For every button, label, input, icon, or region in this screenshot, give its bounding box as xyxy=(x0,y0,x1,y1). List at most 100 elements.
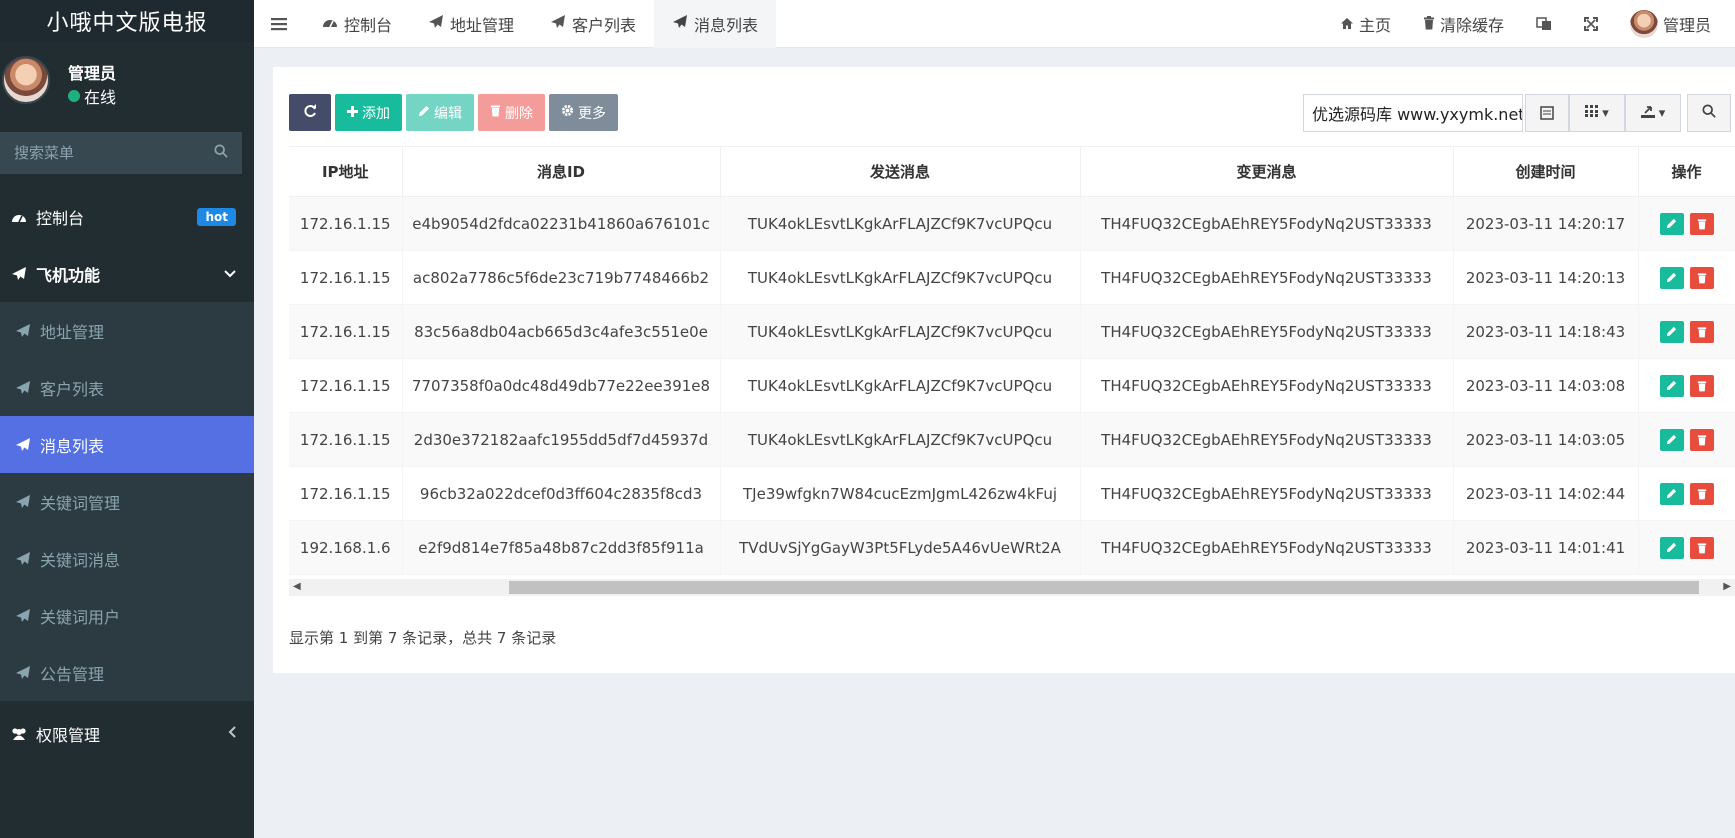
table-cell: 192.168.1.6 xyxy=(289,520,403,575)
more-button[interactable]: 更多 xyxy=(549,94,618,131)
paper-plane-icon xyxy=(12,551,34,567)
row-delete-button[interactable] xyxy=(1689,428,1714,451)
row-edit-button[interactable] xyxy=(1659,374,1684,397)
table-cell: 2023-03-11 14:20:17 xyxy=(1453,196,1639,251)
pencil-icon xyxy=(1666,326,1677,337)
tab-label: 地址管理 xyxy=(450,15,515,35)
sidebar-item-announcements[interactable]: 公告管理 xyxy=(0,644,254,701)
row-edit-button[interactable] xyxy=(1659,536,1684,559)
sidebar-item-plane-features[interactable]: 飞机功能 xyxy=(0,245,254,302)
trash-icon xyxy=(1697,218,1706,229)
table-cell: TH4FUQ32CEgbAEhREY5FodyNq2UST33333 xyxy=(1080,358,1454,413)
user-status: 在线 xyxy=(68,84,116,108)
column-header[interactable]: IP地址 xyxy=(289,146,403,197)
home-icon xyxy=(1340,15,1354,34)
row-edit-button[interactable] xyxy=(1659,482,1684,505)
sidebar-item-messages[interactable]: 消息列表 xyxy=(0,416,254,473)
toggle-view-icon[interactable] xyxy=(1525,94,1569,132)
sidebar-item-label: 客户列表 xyxy=(40,379,105,399)
dashboard-icon xyxy=(8,210,30,224)
table-cell: TH4FUQ32CEgbAEhREY5FodyNq2UST33333 xyxy=(1080,412,1454,467)
table-row[interactable]: 172.16.1.15 96cb32a022dcef0d3ff604c2835f8… xyxy=(289,466,1735,521)
top-bar: 控制台 地址管理 客户列表 消息列表 主页 清除缓存 管理员 xyxy=(254,0,1735,48)
export-icon xyxy=(1640,105,1655,122)
users-icon xyxy=(8,727,30,741)
table-toolbar: 添加 编辑 删除 更多 xyxy=(289,94,618,131)
pencil-icon xyxy=(1666,542,1677,553)
row-delete-button[interactable] xyxy=(1689,536,1714,559)
home-link[interactable]: 主页 xyxy=(1324,12,1407,36)
table-cell: 2d30e372182aafc1955dd5df7d45937d xyxy=(402,412,721,467)
sidebar-item-dashboard[interactable]: 控制台 hot xyxy=(0,188,254,245)
sidebar-item-keyword-manage[interactable]: 关键词管理 xyxy=(0,473,254,530)
delete-label: 删除 xyxy=(505,105,533,122)
scroll-left-icon[interactable]: ◀ xyxy=(293,581,301,592)
paper-plane-icon xyxy=(8,266,30,282)
export-dropdown[interactable]: ▾ xyxy=(1625,94,1681,132)
edit-button[interactable]: 编辑 xyxy=(406,94,474,131)
pencil-icon xyxy=(1666,380,1677,391)
edit-label: 编辑 xyxy=(434,105,462,122)
pencil-icon xyxy=(1666,218,1677,229)
trash-icon xyxy=(1697,326,1706,337)
column-header[interactable]: 发送消息 xyxy=(720,146,1081,197)
columns-dropdown[interactable]: ▾ xyxy=(1569,94,1625,132)
row-delete-button[interactable] xyxy=(1689,320,1714,343)
table-row[interactable]: 172.16.1.15 83c56a8db04acb665d3c4afe3c551… xyxy=(289,304,1735,359)
translate-icon[interactable] xyxy=(1520,17,1568,31)
delete-button[interactable]: 删除 xyxy=(478,94,545,131)
sidebar-item-label: 消息列表 xyxy=(40,436,105,456)
clear-cache-button[interactable]: 清除缓存 xyxy=(1407,12,1520,36)
row-delete-button[interactable] xyxy=(1689,212,1714,235)
scroll-right-icon[interactable]: ▶ xyxy=(1723,581,1731,592)
trash-icon xyxy=(1697,380,1706,391)
sidebar-item-label: 公告管理 xyxy=(40,664,105,684)
sidebar-item-keyword-users[interactable]: 关键词用户 xyxy=(0,587,254,644)
menu-toggle-icon[interactable] xyxy=(254,0,304,48)
add-button[interactable]: 添加 xyxy=(335,94,402,131)
sidebar-item-customers[interactable]: 客户列表 xyxy=(0,359,254,416)
search-button[interactable] xyxy=(1687,94,1731,132)
app-logo[interactable]: 小哦中文版电报 xyxy=(0,0,254,42)
column-header[interactable]: 变更消息 xyxy=(1080,146,1454,197)
column-header[interactable]: 创建时间 xyxy=(1453,146,1639,197)
sidebar-item-keyword-messages[interactable]: 关键词消息 xyxy=(0,530,254,587)
row-delete-button[interactable] xyxy=(1689,266,1714,289)
table-search-input[interactable]: 优选源码库 www.yxymk.net xyxy=(1303,94,1523,132)
row-edit-button[interactable] xyxy=(1659,428,1684,451)
table-row[interactable]: 172.16.1.15 ac802a7786c5f6de23c719b774846… xyxy=(289,250,1735,305)
column-header[interactable]: 消息ID xyxy=(402,146,721,197)
table-cell: 172.16.1.15 xyxy=(289,412,403,467)
sidebar-item-permissions[interactable]: 权限管理 xyxy=(0,705,254,762)
scrollbar-thumb[interactable] xyxy=(509,581,1699,594)
table-row[interactable]: 192.168.1.6 e2f9d814e7f85a48b87c2dd3f85f9… xyxy=(289,520,1735,575)
row-delete-button[interactable] xyxy=(1689,482,1714,505)
row-edit-button[interactable] xyxy=(1659,212,1684,235)
table-cell: TH4FUQ32CEgbAEhREY5FodyNq2UST33333 xyxy=(1080,466,1454,521)
table-cell: TUK4okLEsvtLKgkArFLAJZCf9K7vcUPQcu xyxy=(720,304,1081,359)
table-cell: 172.16.1.15 xyxy=(289,358,403,413)
tab-address[interactable]: 地址管理 xyxy=(410,0,532,48)
fullscreen-icon[interactable] xyxy=(1568,17,1614,31)
tab-dashboard[interactable]: 控制台 xyxy=(304,0,410,48)
row-edit-button[interactable] xyxy=(1659,320,1684,343)
row-delete-button[interactable] xyxy=(1689,374,1714,397)
search-icon[interactable] xyxy=(214,144,228,162)
pencil-icon xyxy=(1666,488,1677,499)
refresh-button[interactable] xyxy=(289,94,331,131)
row-edit-button[interactable] xyxy=(1659,266,1684,289)
tab-customers[interactable]: 客户列表 xyxy=(532,0,654,48)
table-row[interactable]: 172.16.1.15 7707358f0a0dc48d49db77e22ee39… xyxy=(289,358,1735,413)
user-menu[interactable]: 管理员 xyxy=(1614,10,1735,38)
horizontal-scrollbar[interactable]: ◀ ▶ xyxy=(289,579,1735,596)
table-row[interactable]: 172.16.1.15 2d30e372182aafc1955dd5df7d459… xyxy=(289,412,1735,467)
sidebar-item-address[interactable]: 地址管理 xyxy=(0,302,254,359)
sidebar-item-label: 权限管理 xyxy=(36,725,101,745)
tab-messages[interactable]: 消息列表 xyxy=(654,0,777,48)
paper-plane-icon xyxy=(550,14,566,34)
table-row[interactable]: 172.16.1.15 e4b9054d2fdca02231b41860a6761… xyxy=(289,196,1735,251)
paper-plane-icon xyxy=(12,380,34,396)
menu-search-input[interactable] xyxy=(14,144,194,162)
table-cell: 172.16.1.15 xyxy=(289,466,403,521)
row-actions xyxy=(1638,196,1735,251)
